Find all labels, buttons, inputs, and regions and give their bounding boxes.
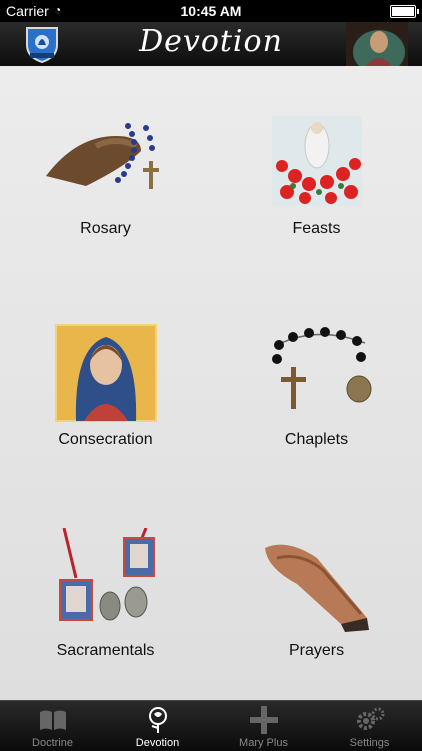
consecration-tile[interactable]: Consecration — [0, 277, 211, 488]
feasts-image — [271, 116, 362, 206]
sacramentals-tile[interactable]: Sacramentals — [0, 488, 211, 699]
status-time: 10:45 AM — [180, 3, 242, 19]
book-icon — [39, 710, 66, 730]
battery-icon — [390, 5, 419, 18]
devotion-grid: Rosary Feasts Consecration Chaplets Sacr… — [0, 66, 422, 700]
tab-settings[interactable]: Settings — [317, 701, 422, 751]
rosary-image — [45, 123, 159, 189]
chaplets-tile[interactable]: Chaplets — [211, 277, 422, 488]
plus-icon — [249, 706, 278, 734]
prayers-label: Prayers — [288, 642, 345, 659]
tab-devotion[interactable]: Devotion — [105, 701, 210, 751]
chaplets-label: Chaplets — [284, 431, 349, 448]
consecration-image — [54, 324, 157, 422]
tab-mary-plus[interactable]: Mary Plus — [211, 701, 316, 751]
status-bar: Carrier ◔ 10:45 AM — [0, 0, 422, 22]
navigation-bar: Devotion — [0, 22, 422, 67]
prayers-tile[interactable]: Prayers — [211, 488, 422, 699]
chaplets-image — [271, 327, 371, 409]
tab-settings-label: Settings — [349, 737, 390, 749]
rosary-tile[interactable]: Rosary — [0, 66, 211, 277]
tab-doctrine-label: Doctrine — [32, 737, 73, 749]
tab-mary-plus-label: Mary Plus — [239, 737, 288, 749]
rose-icon — [148, 707, 167, 733]
virgin-portrait-image — [346, 22, 408, 66]
sacramentals-image — [58, 528, 155, 621]
tab-doctrine[interactable]: Doctrine — [0, 701, 105, 751]
tab-bar: Doctrine Devotion Mary Plus Settings — [0, 700, 422, 751]
tab-devotion-label: Devotion — [135, 737, 180, 749]
sacramentals-label: Sacramentals — [56, 642, 155, 659]
consecration-label: Consecration — [58, 431, 153, 448]
prayers-image — [264, 544, 369, 632]
gears-icon — [356, 707, 384, 730]
rosary-label: Rosary — [80, 220, 131, 237]
feasts-tile[interactable]: Feasts — [211, 66, 422, 277]
feasts-label: Feasts — [292, 220, 341, 237]
